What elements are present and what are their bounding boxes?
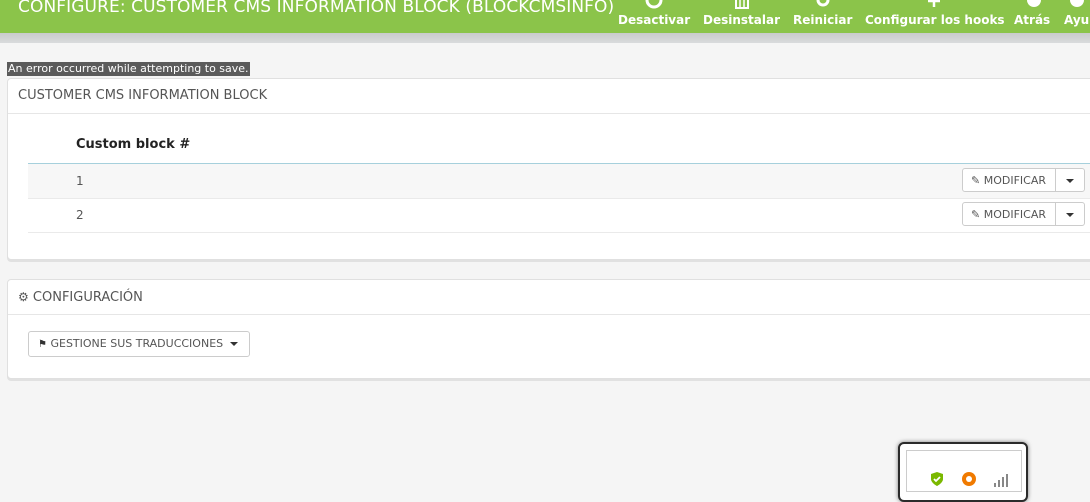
column-header-custom-block: Custom block # [76, 137, 191, 152]
row-actions-dropdown-button[interactable] [1055, 168, 1085, 192]
uninstall-label: Desinstalar [703, 13, 781, 27]
pencil-icon: ✎ [971, 208, 981, 221]
back-button[interactable]: Atrás [1014, 0, 1054, 33]
tray-icon-area [906, 450, 1022, 492]
config-heading-text: CONFIGURACIÓN [32, 290, 143, 305]
reset-button[interactable]: Reiniciar [793, 0, 853, 33]
manage-translations-button[interactable]: ⚑ GESTIONE SUS TRADUCCIONES [28, 331, 250, 357]
power-icon [645, 0, 663, 9]
help-label: Ayu [1064, 13, 1090, 27]
page-title: CONFIGURE: CUSTOMER CMS INFORMATION BLOC… [18, 0, 615, 17]
manage-translations-label: GESTIONE SUS TRADUCCIONES [50, 337, 224, 350]
back-icon [1027, 0, 1041, 7]
modify-label: MODIFICAR [983, 174, 1047, 187]
configure-hooks-button[interactable]: Configurar los hooks [865, 0, 1005, 33]
row-number: 1 [76, 174, 84, 188]
error-message: An error occurred while attempting to sa… [7, 62, 250, 76]
row-number: 2 [76, 208, 84, 222]
trash-icon [735, 0, 749, 9]
system-tray-popup [898, 442, 1028, 502]
pencil-icon: ✎ [971, 174, 981, 187]
cms-panel-heading: CUSTOMER CMS INFORMATION BLOCK [8, 79, 1090, 114]
table-row: 2 ✎ MODIFICAR [28, 198, 1090, 233]
modify-label: MODIFICAR [983, 208, 1047, 221]
configure-hooks-label: Configurar los hooks [865, 13, 1005, 27]
chevron-down-icon [1066, 179, 1074, 183]
avast-icon[interactable] [961, 471, 977, 487]
anchor-icon [928, 0, 940, 7]
back-label: Atrás [1014, 13, 1051, 27]
modify-button[interactable]: ✎ MODIFICAR [962, 168, 1056, 192]
cms-block-panel: CUSTOMER CMS INFORMATION BLOCK Custom bl… [7, 78, 1090, 260]
deactivate-button[interactable]: Desactivar [618, 0, 690, 33]
gears-icon: ⚙ [18, 290, 29, 304]
flag-icon: ⚑ [38, 339, 47, 350]
signal-bars-icon[interactable] [993, 473, 1011, 487]
configuration-panel: ⚙ CONFIGURACIÓN ⚑ GESTIONE SUS TRADUCCIO… [7, 279, 1090, 379]
chevron-down-icon [229, 342, 238, 346]
help-button[interactable]: Ayu [1064, 0, 1090, 33]
deactivate-label: Desactivar [618, 13, 691, 27]
config-panel-heading: ⚙ CONFIGURACIÓN [8, 280, 1090, 315]
top-header-bar: CONFIGURE: CUSTOMER CMS INFORMATION BLOC… [0, 0, 1090, 33]
table-row: 1 ✎ MODIFICAR [28, 164, 1090, 199]
chevron-down-icon [1066, 213, 1074, 217]
refresh-icon [816, 0, 830, 7]
modify-button[interactable]: ✎ MODIFICAR [962, 202, 1056, 226]
uninstall-button[interactable]: Desinstalar [703, 0, 781, 33]
reset-label: Reiniciar [793, 13, 853, 27]
row-actions-dropdown-button[interactable] [1055, 202, 1085, 226]
shield-check-icon[interactable] [929, 471, 945, 487]
help-icon [1070, 0, 1084, 7]
header-shadow [0, 33, 1090, 43]
